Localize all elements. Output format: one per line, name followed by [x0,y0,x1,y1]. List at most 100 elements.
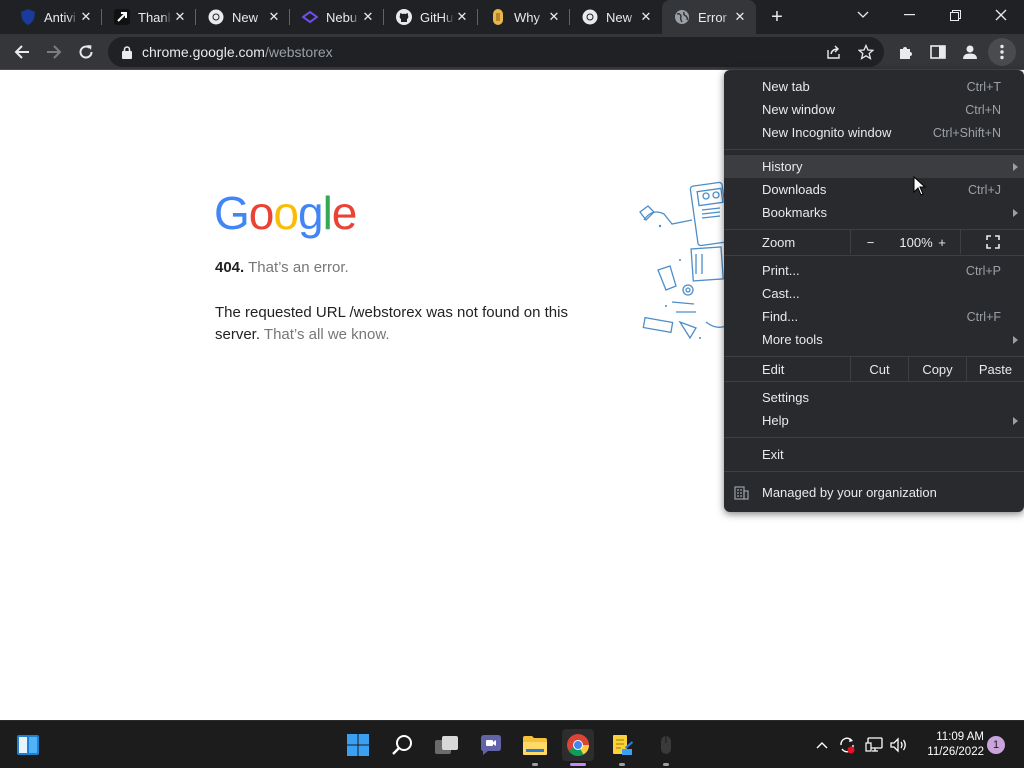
notepad-app-button[interactable] [606,729,638,766]
mouse-icon [661,736,671,754]
menu-print[interactable]: Print... Ctrl+P [724,259,1024,282]
back-button[interactable] [8,38,36,66]
menu-new-incognito-window[interactable]: New Incognito window Ctrl+Shift+N [724,121,1024,144]
menu-new-window[interactable]: New window Ctrl+N [724,98,1024,121]
menu-help[interactable]: Help [724,409,1024,432]
menu-find[interactable]: Find... Ctrl+F [724,305,1024,328]
tab-title: Thanl [138,9,171,25]
menu-more-tools[interactable]: More tools [724,328,1024,351]
widgets-button[interactable] [12,729,44,761]
reload-icon [79,45,93,59]
notification-badge[interactable]: 1 [987,736,1005,754]
address-bar[interactable]: chrome.google.com/webstorex [108,37,884,67]
close-icon[interactable]: ✕ [360,9,376,25]
chrome-icon [582,9,598,25]
close-icon[interactable]: ✕ [266,9,282,25]
file-explorer-button[interactable] [519,729,551,766]
tab-antivirus[interactable]: Antivi ✕ [8,0,102,34]
logo-letter: e [331,187,358,239]
extensions-button[interactable] [892,38,920,66]
submenu-arrow-icon [1013,162,1018,171]
teams-chat-button[interactable] [475,729,507,761]
bookmark-star-icon[interactable] [854,40,878,64]
forward-arrow-icon [47,45,62,59]
reload-button[interactable] [72,38,100,66]
fullscreen-icon [985,235,1000,249]
folder-icon [523,736,547,755]
menu-settings[interactable]: Settings [724,386,1024,409]
menu-divider [724,149,1024,150]
error-detail: The requested URL /webstorex was not fou… [215,302,585,346]
profile-button[interactable] [956,38,984,66]
close-icon[interactable]: ✕ [732,9,748,25]
minimize-button[interactable] [886,0,932,30]
task-view-button[interactable] [431,729,463,761]
menu-managed-by-organization[interactable]: Managed by your organization [724,481,1024,504]
forward-button[interactable] [40,38,68,66]
cut-button[interactable]: Cut [850,357,908,381]
fullscreen-button[interactable] [960,230,1024,254]
close-icon[interactable]: ✕ [454,9,470,25]
nebula-icon [302,9,318,25]
close-icon[interactable]: ✕ [638,9,654,25]
tab-title: GitHu [420,9,454,25]
chrome-icon [208,9,224,25]
network-icon[interactable] [863,733,885,757]
close-window-button[interactable] [978,0,1024,30]
tab-error[interactable]: Error ✕ [662,0,756,34]
menu-divider [724,255,1024,256]
menu-divider [724,471,1024,472]
menu-exit[interactable]: Exit [724,443,1024,466]
menu-edit-row: Edit Cut Copy Paste [724,357,1024,381]
clock-time: 11:09 AM [936,731,984,743]
restore-button[interactable] [932,0,978,30]
close-icon[interactable]: ✕ [546,9,562,25]
taskbar-clock[interactable]: 11:09 AM 11/26/2022 [918,730,984,760]
side-panel-button[interactable] [924,38,952,66]
zoom-in-button[interactable]: + [928,235,956,250]
chevron-up-icon [816,742,828,749]
more-vert-icon [1000,44,1004,60]
volume-icon[interactable] [888,733,910,757]
start-button[interactable] [342,729,374,761]
google-logo: Google [214,186,358,240]
tab-nebula[interactable]: Nebu ✕ [290,0,384,34]
menu-bookmarks[interactable]: Bookmarks [724,201,1024,224]
menu-downloads[interactable]: Downloads Ctrl+J [724,178,1024,201]
menu-new-tab[interactable]: New tab Ctrl+T [724,75,1024,98]
chrome-taskbar-button[interactable] [562,729,594,766]
logo-letter: G [214,187,250,239]
menu-history[interactable]: History [724,155,1024,178]
widgets-icon [17,735,39,755]
mouse-cursor-icon [913,176,927,196]
search-icon [392,735,412,755]
zoom-out-button[interactable]: − [850,230,890,254]
logo-letter: o [248,187,275,239]
lock-icon[interactable] [120,45,134,59]
close-icon[interactable]: ✕ [172,9,188,25]
tab-why[interactable]: Why ✕ [478,0,570,34]
tab-thanks[interactable]: Thanl ✕ [102,0,196,34]
close-icon[interactable]: ✕ [78,9,94,25]
chrome-menu-button[interactable] [988,38,1016,66]
new-tab-button[interactable]: + [765,5,789,29]
show-hidden-icons-button[interactable] [811,733,833,757]
tab-github[interactable]: GitHu ✕ [384,0,478,34]
copy-button[interactable]: Copy [908,357,966,381]
side-panel-icon [930,45,946,59]
search-button[interactable] [387,729,419,761]
tab-search-button[interactable] [840,0,886,30]
menu-cast[interactable]: Cast... [724,282,1024,305]
sync-tray-icon[interactable] [836,733,858,757]
paste-button[interactable]: Paste [966,357,1024,381]
tab-new-2[interactable]: New ✕ [570,0,662,34]
mouse-app-button[interactable] [650,729,682,766]
tab-title: Antivi [44,9,76,25]
tab-new-1[interactable]: New ✕ [196,0,290,34]
submenu-arrow-icon [1013,208,1018,217]
share-icon[interactable] [822,40,846,64]
puzzle-icon [900,47,912,59]
back-arrow-icon [14,45,29,59]
close-icon [995,9,1007,21]
tab-title: New [606,9,633,25]
